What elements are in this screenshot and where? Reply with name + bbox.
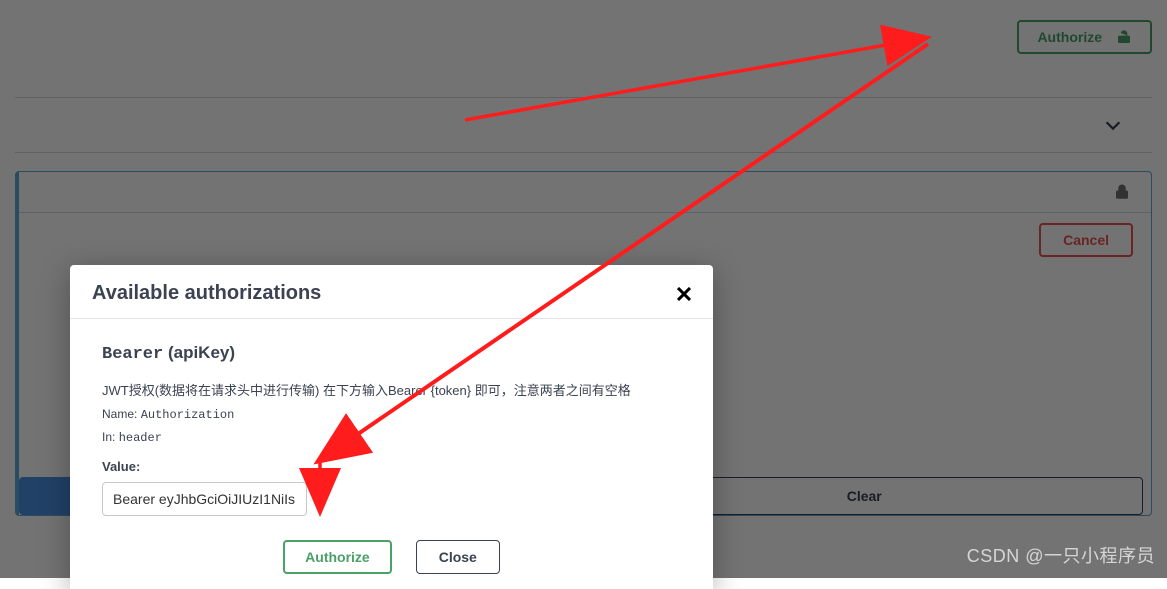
- top-toolbar: Authorize: [15, 15, 1152, 79]
- operation-titlebar[interactable]: [19, 172, 1151, 212]
- cancel-button[interactable]: Cancel: [1039, 223, 1133, 257]
- modal-authorize-button[interactable]: Authorize: [283, 540, 392, 574]
- auth-meta-in-value: header: [119, 431, 162, 445]
- authorize-modal: Available authorizations Bearer (apiKey)…: [70, 265, 713, 589]
- auth-meta-name-label: Name: [102, 407, 134, 421]
- watermark: CSDN @一只小程序员: [967, 542, 1155, 568]
- chevron-down-icon: [1102, 114, 1124, 136]
- tag-header[interactable]: [15, 97, 1152, 153]
- auth-description: JWT授权(数据将在请求头中进行传输) 在下方输入Bearer {token} …: [102, 380, 681, 399]
- modal-close-button[interactable]: Close: [416, 540, 500, 574]
- auth-meta-in-label: In: [102, 430, 112, 444]
- operation-toolbar: Cancel: [19, 212, 1151, 267]
- authorize-button[interactable]: Authorize: [1017, 20, 1152, 54]
- auth-meta-in: In: header: [102, 430, 681, 445]
- auth-scheme-kind: (apiKey): [168, 343, 235, 362]
- value-input[interactable]: [102, 482, 307, 516]
- modal-header: Available authorizations: [70, 265, 713, 319]
- auth-meta-name: Name: Authorization: [102, 407, 681, 422]
- close-icon[interactable]: [677, 287, 691, 301]
- value-label: Value:: [102, 459, 681, 474]
- auth-scheme-name: Bearer: [102, 345, 163, 364]
- auth-meta-name-value: Authorization: [141, 408, 235, 422]
- lock-unlocked-icon: [1116, 29, 1132, 45]
- modal-footer: Authorize Close: [70, 534, 713, 589]
- modal-title: Available authorizations: [92, 282, 321, 305]
- lock-icon: [1113, 183, 1131, 201]
- auth-scheme-title: Bearer (apiKey): [102, 343, 681, 364]
- authorize-button-label: Authorize: [1037, 29, 1102, 45]
- modal-body: Bearer (apiKey) JWT授权(数据将在请求头中进行传输) 在下方输…: [70, 319, 713, 534]
